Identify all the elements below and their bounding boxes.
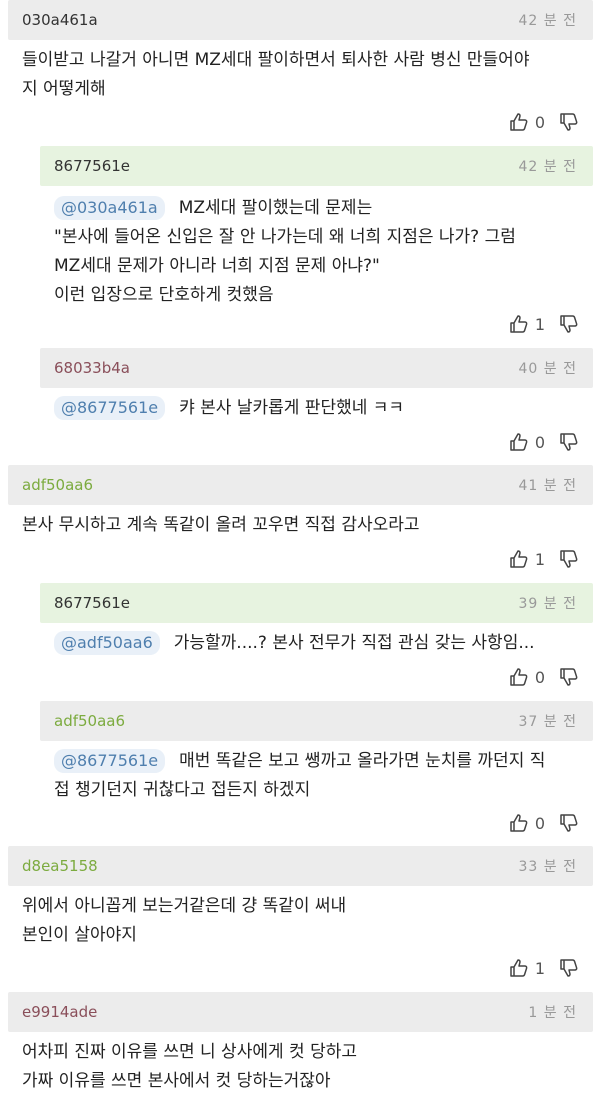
thumbs-up-icon[interactable] (509, 432, 529, 452)
comment-time: 39 분 전 (518, 596, 577, 612)
like-count: 1 (534, 958, 545, 978)
vote-bar: 0 (509, 111, 579, 133)
vote-bar: 0 (509, 431, 579, 453)
comment: 030a461a 42 분 전 들이받고 나갈거 아니면 MZ세대 팔이하면서 … (8, 0, 593, 145)
thumbs-down-icon[interactable] (559, 112, 579, 132)
comment-author[interactable]: e9914ade (22, 1003, 97, 1021)
vote-bar: 0 (509, 666, 579, 688)
reply-comment: 68033b4a 40 분 전 @8677561e 캬 본사 날카롭게 판단했네 … (40, 348, 593, 463)
vote-bar: 1 (509, 957, 579, 979)
comment-author[interactable]: d8ea5158 (22, 857, 98, 875)
thumbs-up-icon[interactable] (509, 958, 529, 978)
reply-comment: adf50aa6 37 분 전 @8677561e 매번 똑같은 보고 쌩까고 올… (40, 701, 593, 844)
comment-author[interactable]: 8677561e (54, 594, 130, 612)
comment-time: 40 분 전 (518, 361, 577, 377)
comment-time: 37 분 전 (518, 714, 577, 730)
thumbs-up-icon[interactable] (509, 813, 529, 833)
comment-time: 42 분 전 (518, 159, 577, 175)
like-count: 0 (534, 813, 545, 833)
comment-author[interactable]: 68033b4a (54, 359, 130, 377)
reply-comment: 8677561e 42 분 전 @030a461a MZ세대 팔이했는데 문제는 … (40, 146, 593, 346)
comment-text: @8677561e 매번 똑같은 보고 쌩까고 올라가면 눈치를 까던지 직 접 … (54, 749, 546, 800)
like-count: 0 (534, 112, 545, 132)
comment-text: 들이받고 나갈거 아니면 MZ세대 팔이하면서 퇴사한 사람 병신 만들어야 지… (22, 50, 530, 99)
like-count: 0 (534, 667, 545, 687)
comment-header (8, 465, 593, 505)
mention-tag[interactable]: @8677561e (54, 749, 166, 773)
comment-time: 1 분 전 (528, 1005, 577, 1021)
comment-text: 위에서 아니꼽게 보는거같은데 걍 똑같이 써내 본인이 살아야지 (22, 896, 347, 945)
vote-bar: 0 (509, 812, 579, 834)
like-count: 0 (534, 432, 545, 452)
mention-tag[interactable]: @030a461a (54, 196, 165, 220)
mention-tag[interactable]: @adf50aa6 (54, 631, 160, 655)
comment-time: 41 분 전 (518, 478, 577, 494)
comment-author[interactable]: adf50aa6 (54, 712, 125, 730)
comment-time: 42 분 전 (518, 13, 577, 29)
comment-text: @8677561e 캬 본사 날카롭게 판단했네 ㅋㅋ (54, 394, 579, 423)
comment-text: @adf50aa6 가능할까....? 본사 전무가 직접 관심 갖는 사항임..… (54, 629, 579, 658)
thumbs-up-icon[interactable] (509, 667, 529, 687)
comment-text: 어차피 진짜 이유를 쓰면 니 상사에게 컷 당하고 가짜 이유를 쓰면 본사에… (22, 1042, 357, 1091)
mention-tag[interactable]: @8677561e (54, 396, 166, 420)
thumbs-down-icon[interactable] (559, 432, 579, 452)
thumbs-down-icon[interactable] (559, 813, 579, 833)
thumbs-down-icon[interactable] (559, 549, 579, 569)
comment: adf50aa6 41 분 전 본사 무시하고 계속 똑같이 올려 꼬우면 직접… (8, 465, 593, 580)
comment: e9914ade 1 분 전 어차피 진짜 이유를 쓰면 니 상사에게 컷 당하… (8, 992, 593, 1097)
thumbs-up-icon[interactable] (509, 112, 529, 132)
comment: d8ea5158 33 분 전 위에서 아니꼽게 보는거같은데 걍 똑같이 써내… (8, 846, 593, 991)
comment-author[interactable]: 8677561e (54, 157, 130, 175)
thumbs-down-icon[interactable] (559, 667, 579, 687)
comment-time: 33 분 전 (518, 859, 577, 875)
thumbs-up-icon[interactable] (509, 314, 529, 334)
vote-bar: 1 (509, 313, 579, 335)
thumbs-down-icon[interactable] (559, 314, 579, 334)
comment-text: @030a461a MZ세대 팔이했는데 문제는 "본사에 들어온 신입은 잘 안… (54, 196, 516, 305)
comment-author[interactable]: 030a461a (22, 11, 98, 29)
reply-comment: 8677561e 39 분 전 @adf50aa6 가능할까....? 본사 전무… (40, 583, 593, 698)
comment-text: 본사 무시하고 계속 똑같이 올려 꼬우면 직접 감사오라고 (22, 515, 420, 535)
vote-bar: 1 (509, 548, 579, 570)
thumbs-up-icon[interactable] (509, 549, 529, 569)
like-count: 1 (534, 549, 545, 569)
comment-author[interactable]: adf50aa6 (22, 476, 93, 494)
thumbs-down-icon[interactable] (559, 958, 579, 978)
like-count: 1 (534, 314, 545, 334)
